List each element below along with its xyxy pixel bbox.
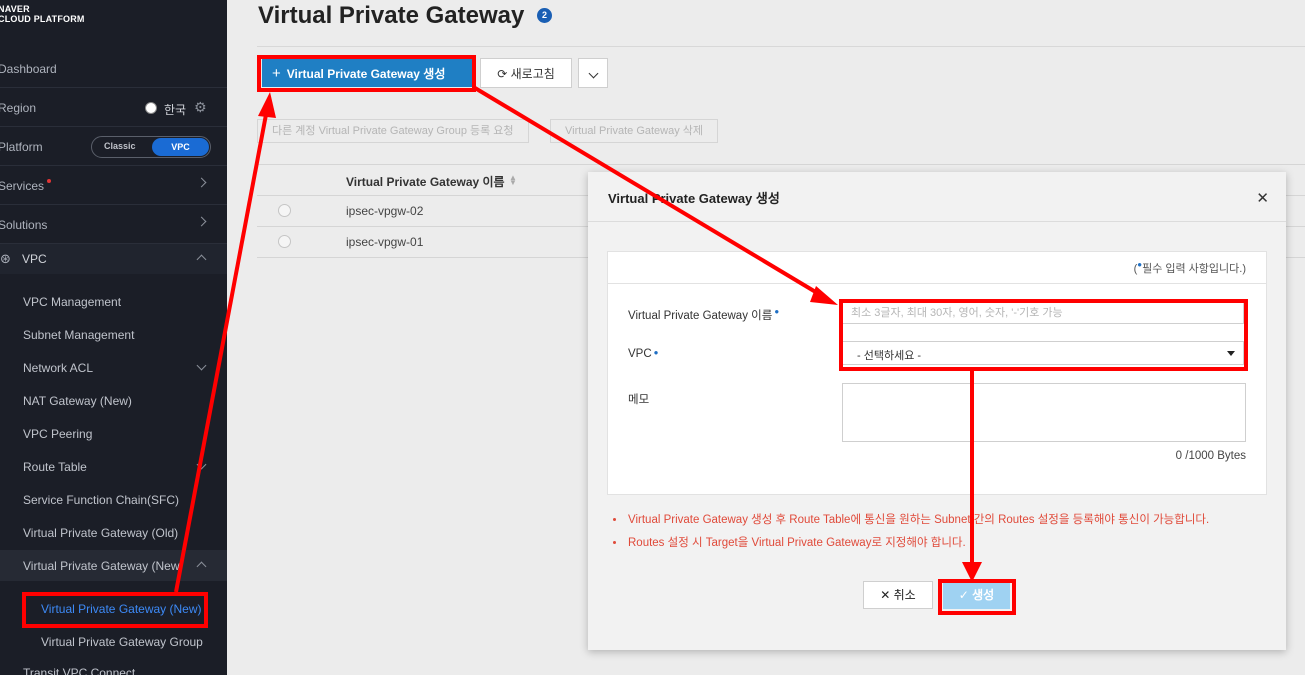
chevron-right-icon (196, 177, 207, 188)
refresh-label: 새로고침 (510, 66, 555, 81)
platform-vpc-option[interactable]: VPC (152, 138, 209, 156)
chevron-right-icon (196, 216, 207, 227)
memo-label: 메모 (628, 394, 650, 406)
sidebar-item-network-acl[interactable]: Network ACL (23, 361, 93, 375)
caret-down-icon (1227, 351, 1235, 356)
refresh-icon: ⟳ (497, 66, 511, 81)
close-icon: ✕ (880, 588, 894, 602)
platform-label: Platform (0, 140, 43, 154)
column-header-name[interactable]: Virtual Private Gateway 이름 (346, 173, 505, 190)
chevron-down-icon[interactable] (196, 459, 207, 470)
byte-counter: 0 /1000 Bytes (1175, 450, 1246, 462)
row-radio[interactable] (278, 204, 291, 217)
refresh-button[interactable]: ⟳ 새로고침 (480, 58, 572, 88)
plus-icon: + (272, 64, 281, 82)
korea-flag-icon (145, 102, 157, 114)
memo-textarea[interactable] (842, 383, 1246, 442)
required-dot-icon: ● (774, 307, 780, 316)
delete-vpgw-button[interactable]: Virtual Private Gateway 삭제 (550, 119, 719, 143)
modal-title: Virtual Private Gateway 생성 (608, 191, 780, 206)
bullet-icon (613, 518, 616, 522)
divider (257, 46, 1305, 47)
sidebar-item-sfc[interactable]: Service Function Chain(SFC) (23, 493, 179, 507)
name-field-label: Virtual Private Gateway 이름 ● (628, 307, 779, 323)
sort-icon[interactable]: ▲ ▼ (509, 174, 517, 187)
create-label: 생성 (972, 588, 995, 602)
row-radio[interactable] (278, 235, 291, 248)
chevron-down-icon[interactable] (196, 360, 207, 371)
sidebar-item-label: VPC (22, 252, 47, 266)
sidebar-item-services[interactable]: Services (0, 167, 227, 205)
row-name: ipsec-vpgw-02 (346, 204, 424, 218)
create-vpgw-modal: Virtual Private Gateway 생성 ✕ (●필수 입력 사항입… (588, 172, 1286, 650)
sidebar: NAVER CLOUD PLATFORM Dashboard Region 한국… (0, 0, 227, 675)
platform-toggle[interactable]: Classic VPC (91, 136, 211, 158)
brand-line2: CLOUD PLATFORM (0, 14, 85, 24)
brand-logo[interactable]: NAVER CLOUD PLATFORM (0, 4, 85, 24)
region-value[interactable]: 한국 (164, 101, 186, 118)
required-dot-icon: ● (653, 348, 659, 357)
sidebar-item-subnet-management[interactable]: Subnet Management (23, 328, 134, 342)
sidebar-item-label: Services (0, 179, 45, 193)
create-vpgw-button[interactable]: + Virtual Private Gateway 생성 (262, 59, 472, 87)
cancel-label: 취소 (893, 588, 916, 602)
modal-header: Virtual Private Gateway 생성 ✕ (588, 172, 1286, 222)
sidebar-platform: Platform Classic VPC (0, 128, 227, 166)
divider (608, 283, 1266, 284)
vpc-label-text: VPC (628, 348, 652, 360)
sidebar-item-solutions[interactable]: Solutions (0, 206, 227, 244)
request-group-button[interactable]: 다른 계정 Virtual Private Gateway Group 등록 요… (257, 119, 529, 143)
sidebar-item-nat-gateway[interactable]: NAT Gateway (New) (23, 394, 132, 408)
vpc-field-label: VPC ● (628, 348, 659, 360)
vpc-icon: ⊛ (0, 251, 11, 266)
check-icon: ✓ (958, 588, 973, 602)
name-label-text: Virtual Private Gateway 이름 (628, 310, 773, 322)
sidebar-region: Region 한국 ⚙ (0, 89, 227, 127)
more-dropdown-button[interactable] (578, 58, 608, 88)
sidebar-item-transit-vpc-connect[interactable]: Transit VPC Connect (23, 666, 135, 675)
create-button-label: Virtual Private Gateway 생성 (286, 66, 446, 81)
sidebar-item-label: Solutions (0, 218, 48, 232)
warning-item: Routes 설정 시 Target을 Virtual Private Gate… (613, 534, 966, 550)
count-badge: 2 (537, 8, 552, 23)
sidebar-subitem-vpgw-new[interactable]: Virtual Private Gateway (New) (41, 602, 202, 616)
form-box: (●필수 입력 사항입니다.) Virtual Private Gateway … (607, 251, 1267, 495)
sidebar-item-vpc[interactable]: ⊛ VPC (0, 244, 227, 274)
sidebar-item-vpgw-new[interactable]: Virtual Private Gateway (New (23, 559, 180, 573)
sidebar-item-label: Dashboard (0, 62, 57, 76)
required-note-text: 필수 입력 사항입니다.) (1142, 263, 1246, 275)
warning-text: Virtual Private Gateway 생성 후 Route Table… (628, 514, 1210, 526)
brand-line1: NAVER (0, 4, 30, 14)
sidebar-subitem-vpgw-group[interactable]: Virtual Private Gateway Group (41, 635, 203, 649)
platform-classic-option[interactable]: Classic (104, 141, 136, 151)
sidebar-item-vpc-management[interactable]: VPC Management (23, 295, 121, 309)
sidebar-item-vpc-peering[interactable]: VPC Peering (23, 427, 92, 441)
warning-text: Routes 설정 시 Target을 Virtual Private Gate… (628, 537, 966, 549)
close-icon[interactable]: ✕ (1256, 189, 1269, 207)
new-dot-icon (47, 179, 51, 183)
vpc-select-value: - 선택하세요 - (857, 350, 922, 362)
vpgw-name-input[interactable] (842, 302, 1244, 324)
page-title: Virtual Private Gateway (258, 2, 525, 29)
chevron-up-icon (196, 254, 207, 265)
warning-item: Virtual Private Gateway 생성 후 Route Table… (613, 511, 1209, 527)
gear-icon[interactable]: ⚙ (194, 99, 207, 116)
chevron-down-icon (588, 68, 598, 79)
create-button[interactable]: ✓ 생성 (943, 582, 1010, 609)
sidebar-item-vpgw-old[interactable]: Virtual Private Gateway (Old) (23, 526, 178, 540)
region-label: Region (0, 101, 37, 115)
sidebar-item-dashboard[interactable]: Dashboard (0, 50, 227, 88)
row-name: ipsec-vpgw-01 (346, 235, 424, 249)
cancel-button[interactable]: ✕ 취소 (863, 581, 933, 609)
sidebar-item-route-table[interactable]: Route Table (23, 460, 87, 474)
vpc-select[interactable]: - 선택하세요 - (842, 341, 1244, 365)
required-note: (●필수 입력 사항입니다.) (1134, 260, 1246, 276)
bullet-icon (613, 541, 616, 545)
